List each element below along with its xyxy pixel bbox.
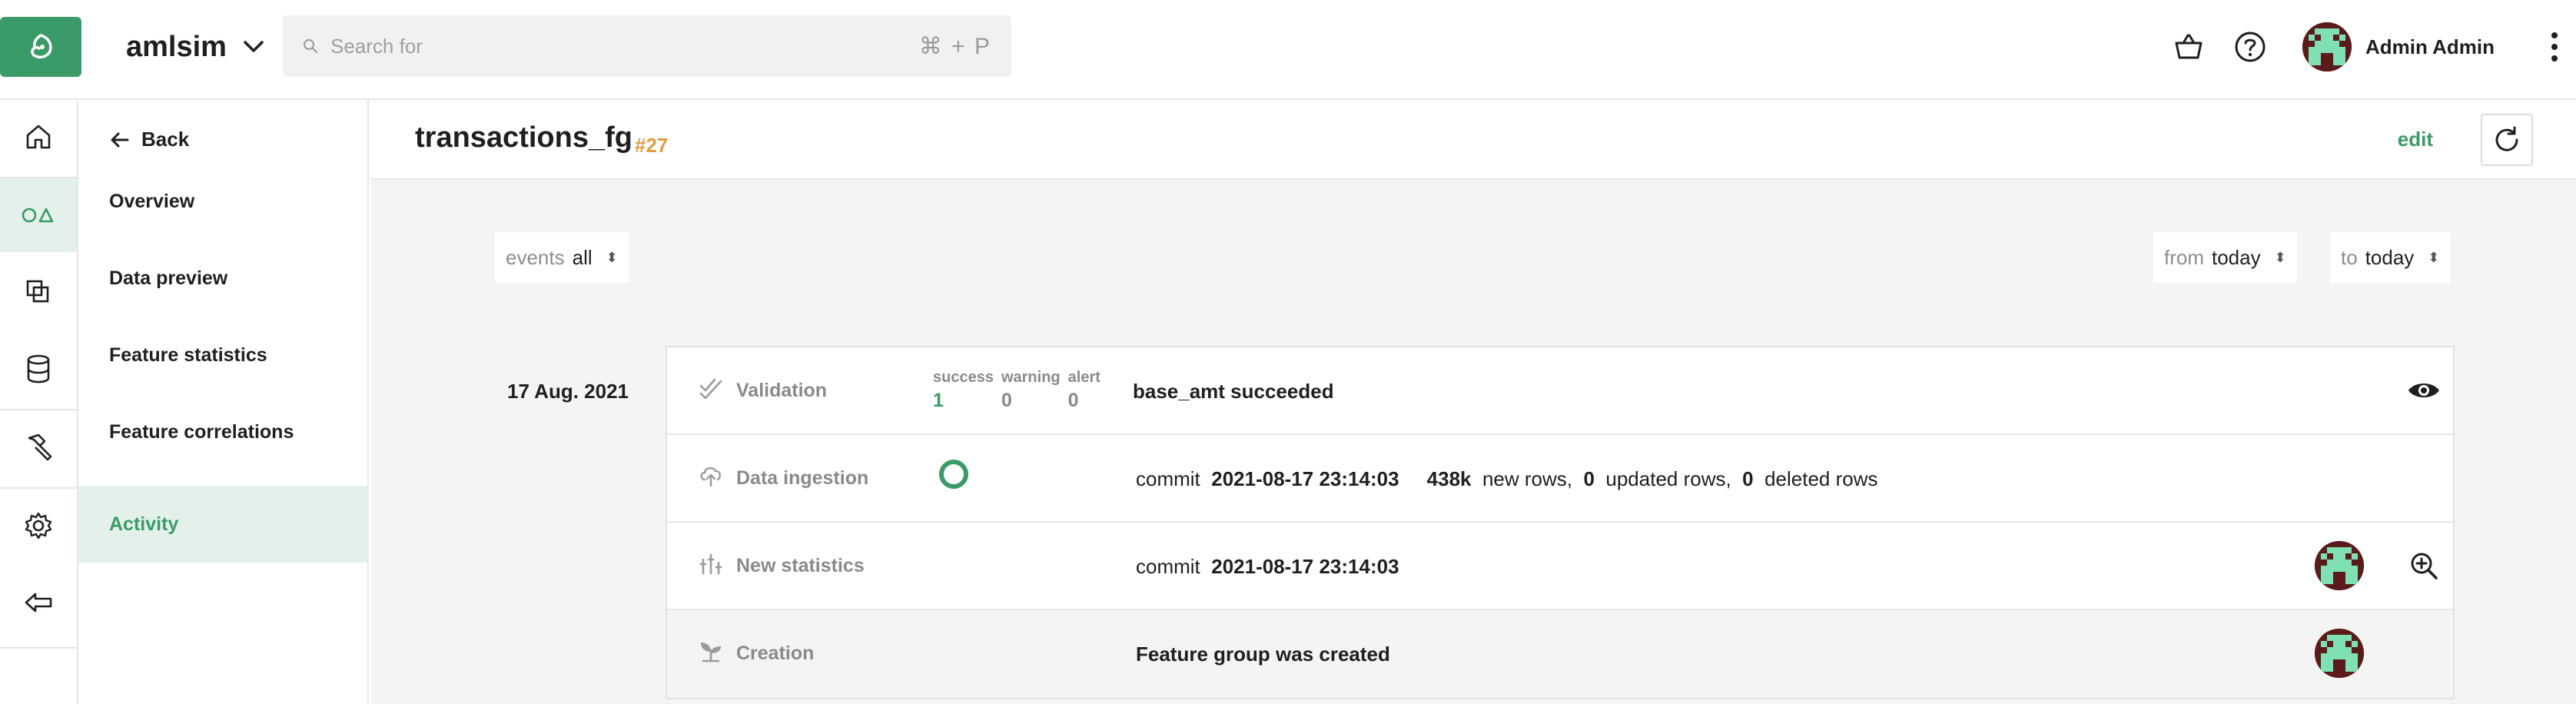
- to-value: today: [2365, 245, 2415, 269]
- commit-time: 2021-08-17 23:14:03: [1211, 555, 1399, 578]
- events-filter-label: events: [506, 245, 565, 269]
- stat-alert: alert 0: [1068, 369, 1100, 412]
- search-icon: [304, 39, 317, 53]
- header-actions: Admin Admin: [2167, 20, 2576, 74]
- event-message: commit 2021-08-17 23:14:03 438k new rows…: [1136, 467, 1878, 491]
- chevron-down-icon: [244, 41, 264, 52]
- edit-button[interactable]: edit: [2398, 128, 2433, 151]
- updated-rows-count: 0: [1583, 467, 1595, 490]
- subnav-item-feature-statistics[interactable]: Feature statistics: [78, 317, 367, 394]
- main-content: transactions_fg #27 edit events all ⬍ fr…: [370, 100, 2576, 704]
- zoom-in-icon[interactable]: [2407, 549, 2441, 583]
- stat-warning: warning 0: [1001, 369, 1061, 412]
- activity-events-list: Validation success 1 warning 0 alert 0 b…: [666, 346, 2455, 699]
- event-row-validation: Validation success 1 warning 0 alert 0 b…: [667, 347, 2453, 435]
- page-title: transactions_fg: [415, 121, 632, 154]
- event-type: Validation: [736, 380, 828, 401]
- stat-key: success: [933, 369, 994, 386]
- stat-value: 0: [1001, 390, 1012, 411]
- subnav-item-feature-correlations[interactable]: Feature correlations: [78, 394, 367, 470]
- main-nav-rail: [0, 100, 78, 704]
- search-placeholder: Search for: [330, 34, 423, 58]
- eye-icon[interactable]: [2407, 374, 2441, 407]
- feature-store-icon[interactable]: [0, 178, 77, 252]
- search-shortcut: ⌘ + P: [918, 33, 991, 59]
- from-date-select[interactable]: from today ⬍: [2153, 232, 2297, 283]
- basket-icon[interactable]: [2167, 25, 2210, 68]
- updated-rows-label: updated rows,: [1605, 467, 1731, 490]
- subnav-item-overview[interactable]: Overview: [78, 163, 367, 240]
- rail-divider: [0, 647, 77, 649]
- stat-value: 0: [1067, 390, 1079, 411]
- event-message: Feature group was created: [1136, 643, 1390, 666]
- top-header: amlsim Search for ⌘ + P Admin Admin: [0, 0, 2576, 100]
- validation-stats: success 1 warning 0 alert 0: [933, 369, 1100, 412]
- page-title-bar: transactions_fg #27 edit: [370, 100, 2576, 180]
- logo-icon: [31, 34, 52, 59]
- to-label: to: [2341, 245, 2358, 269]
- events-filter-value: all: [572, 245, 593, 269]
- refresh-button[interactable]: [2481, 114, 2533, 166]
- cloud-upload-icon: [698, 463, 724, 489]
- commit-label: commit: [1136, 555, 1200, 578]
- help-icon[interactable]: [2229, 25, 2272, 68]
- from-value: today: [2212, 245, 2261, 269]
- event-row-data-ingestion: Data ingestion commit 2021-08-17 23:14:0…: [667, 435, 2453, 523]
- sort-arrows-icon: ⬍: [606, 250, 618, 265]
- version-badge: #27: [635, 134, 669, 157]
- double-check-icon: [698, 375, 724, 401]
- to-date-select[interactable]: to today ⬍: [2330, 232, 2451, 283]
- commit-time: 2021-08-17 23:14:03: [1211, 467, 1399, 490]
- arrow-left-icon: [111, 132, 129, 147]
- sort-arrows-icon: ⬍: [2274, 250, 2286, 265]
- back-button[interactable]: Back: [109, 128, 189, 151]
- home-icon[interactable]: [0, 100, 77, 174]
- stat-key: warning: [1001, 369, 1061, 386]
- new-rows-count: 438k: [1426, 467, 1472, 490]
- ingestion-status-ring: [939, 460, 968, 489]
- user-avatar[interactable]: [2315, 629, 2364, 678]
- from-label: from: [2164, 245, 2204, 269]
- user-name[interactable]: Admin Admin: [2365, 35, 2495, 59]
- event-row-new-statistics: New statistics commit 2021-08-17 23:14:0…: [667, 523, 2453, 610]
- collapse-sidebar-icon[interactable]: [0, 566, 77, 639]
- user-avatar[interactable]: [2302, 22, 2352, 71]
- hopsworks-logo[interactable]: [0, 17, 81, 77]
- sprout-icon: [698, 638, 724, 664]
- search-input[interactable]: Search for ⌘ + P: [283, 15, 1011, 77]
- event-type: Data ingestion: [736, 467, 869, 489]
- refresh-icon: [2495, 126, 2518, 151]
- deleted-rows-label: deleted rows: [1764, 467, 1878, 490]
- activity-date: 17 Aug. 2021: [507, 380, 629, 403]
- feature-group-nav: Back Overview Data preview Feature stati…: [78, 100, 369, 704]
- commit-label: commit: [1136, 467, 1200, 490]
- event-message: base_amt succeeded: [1133, 380, 1334, 403]
- event-type: Creation: [736, 643, 815, 664]
- jobs-icon[interactable]: [0, 255, 77, 329]
- event-type: New statistics: [736, 555, 865, 576]
- deleted-rows-count: 0: [1742, 467, 1754, 490]
- project-selector[interactable]: amlsim: [126, 26, 264, 68]
- user-avatar[interactable]: [2315, 541, 2364, 590]
- database-icon[interactable]: [0, 332, 77, 406]
- stat-value: 1: [933, 390, 944, 411]
- new-rows-label: new rows,: [1482, 467, 1572, 490]
- subnav-item-data-preview[interactable]: Data preview: [78, 240, 367, 317]
- stat-key: alert: [1067, 369, 1100, 386]
- stat-success: success 1: [933, 369, 994, 412]
- sort-arrows-icon: ⬍: [2428, 250, 2440, 265]
- hammer-icon[interactable]: [0, 410, 77, 484]
- more-vertical-icon[interactable]: [2533, 25, 2576, 68]
- events-filter-select[interactable]: events all ⬍: [495, 232, 629, 283]
- statistics-icon: [698, 550, 724, 576]
- event-row-creation: Creation Feature group was created: [667, 610, 2453, 698]
- back-label: Back: [141, 128, 190, 151]
- event-message: commit 2021-08-17 23:14:03: [1136, 555, 1399, 579]
- settings-icon[interactable]: [0, 489, 77, 563]
- subnav-item-activity[interactable]: Activity: [78, 486, 367, 563]
- project-name: amlsim: [126, 30, 227, 63]
